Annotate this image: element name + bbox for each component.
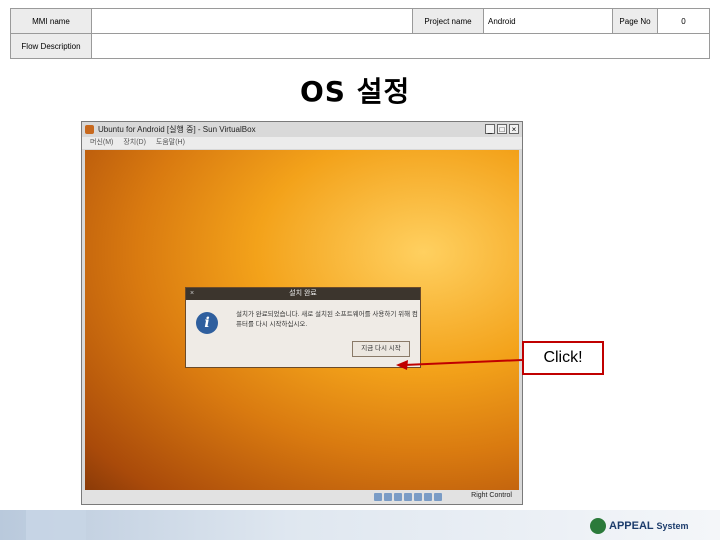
annotation-arrow <box>396 359 523 370</box>
footer-decoration <box>26 510 86 540</box>
logo-icon <box>590 518 606 534</box>
arrow-line <box>403 359 523 366</box>
logo-subtext: System <box>656 520 689 531</box>
logo-text: APPEAL <box>609 519 654 532</box>
click-callout: Click! <box>522 341 604 375</box>
appeal-system-logo: APPEAL System <box>590 518 689 534</box>
arrow-head <box>396 360 408 370</box>
